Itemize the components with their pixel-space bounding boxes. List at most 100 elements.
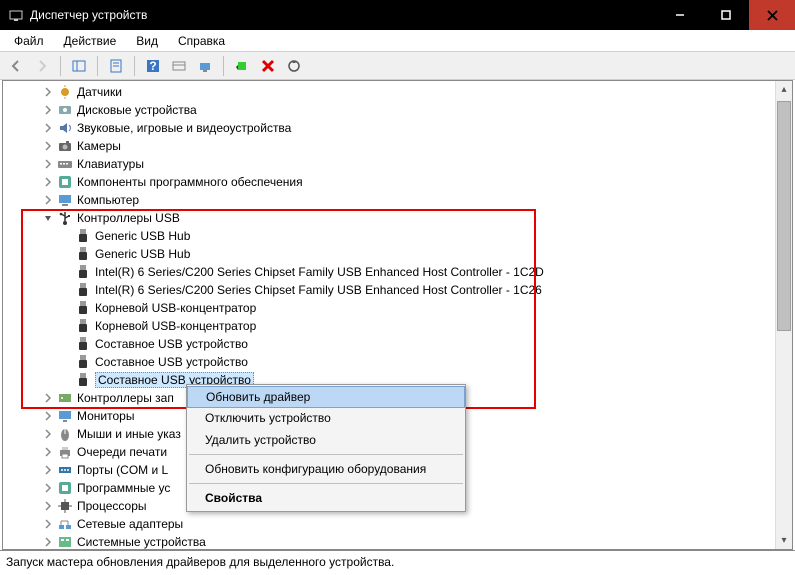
tree-node-label: Мыши и иные указ <box>77 427 181 441</box>
tree-node[interactable]: Дисковые устройства <box>3 101 775 119</box>
device-tree-panel: ДатчикиДисковые устройства Звуковые, игро… <box>2 80 793 550</box>
tree-node[interactable]: Контроллеры USB <box>3 209 775 227</box>
usbdev-icon <box>75 264 91 280</box>
menu-action[interactable]: Действие <box>54 32 127 50</box>
tree-node[interactable]: Корневой USB-концентратор <box>3 317 775 335</box>
close-button[interactable] <box>749 0 795 30</box>
expander-spacer <box>59 319 73 333</box>
tree-node[interactable]: Сетевые адаптеры <box>3 515 775 533</box>
expander-spacer <box>59 355 73 369</box>
tree-node[interactable]: Системные устройства <box>3 533 775 549</box>
audio-icon <box>57 120 73 136</box>
tree-node[interactable]: Составное USB устройство <box>3 353 775 371</box>
expand-icon[interactable] <box>41 427 55 441</box>
expand-icon[interactable] <box>41 517 55 531</box>
scan-hardware-button[interactable] <box>282 54 306 78</box>
window-title: Диспетчер устройств <box>30 8 657 22</box>
forward-button[interactable] <box>30 54 54 78</box>
expand-icon[interactable] <box>41 175 55 189</box>
back-button[interactable] <box>4 54 28 78</box>
collapse-icon[interactable] <box>41 211 55 225</box>
view-button[interactable] <box>167 54 191 78</box>
expander-spacer <box>59 337 73 351</box>
tree-node-label: Generic USB Hub <box>95 229 190 243</box>
expander-spacer <box>59 283 73 297</box>
context-menu-properties[interactable]: Свойства <box>187 487 465 509</box>
computer-icon <box>57 192 73 208</box>
help-button[interactable]: ? <box>141 54 165 78</box>
maximize-button[interactable] <box>703 0 749 30</box>
tree-node-label: Очереди печати <box>77 445 167 459</box>
context-menu-separator <box>189 454 463 455</box>
tree-node[interactable]: Составное USB устройство <box>3 335 775 353</box>
tree-node[interactable]: Компьютер <box>3 191 775 209</box>
tree-node-label: Компоненты программного обеспечения <box>77 175 303 189</box>
expand-icon[interactable] <box>41 157 55 171</box>
tree-node[interactable]: Камеры <box>3 137 775 155</box>
tree-node-label: Составное USB устройство <box>95 355 248 369</box>
tree-node[interactable]: Generic USB Hub <box>3 245 775 263</box>
context-menu: Обновить драйвер Отключить устройство Уд… <box>186 384 466 512</box>
tree-node[interactable]: Звуковые, игровые и видеоустройства <box>3 119 775 137</box>
expand-icon[interactable] <box>41 409 55 423</box>
camera-icon <box>57 138 73 154</box>
expander-spacer <box>59 265 73 279</box>
uninstall-button[interactable] <box>256 54 280 78</box>
expand-icon[interactable] <box>41 535 55 549</box>
expand-icon[interactable] <box>41 391 55 405</box>
usbdev-icon <box>75 228 91 244</box>
status-text: Запуск мастера обновления драйверов для … <box>6 555 394 569</box>
titlebar: Диспетчер устройств <box>0 0 795 30</box>
expand-icon[interactable] <box>41 463 55 477</box>
tree-node-label: Звуковые, игровые и видеоустройства <box>77 121 291 135</box>
tree-node[interactable]: Корневой USB-концентратор <box>3 299 775 317</box>
context-menu-disable[interactable]: Отключить устройство <box>187 407 465 429</box>
expand-icon[interactable] <box>41 121 55 135</box>
scroll-up-arrow[interactable]: ▴ <box>776 81 792 98</box>
tree-node[interactable]: Intel(R) 6 Series/C200 Series Chipset Fa… <box>3 263 775 281</box>
printer-icon <box>57 444 73 460</box>
properties-button[interactable] <box>104 54 128 78</box>
context-menu-scan[interactable]: Обновить конфигурацию оборудования <box>187 458 465 480</box>
expand-icon[interactable] <box>41 85 55 99</box>
tree-node-label: Клавиатуры <box>77 157 144 171</box>
tree-node[interactable]: Компоненты программного обеспечения <box>3 173 775 191</box>
tree-node-label: Корневой USB-концентратор <box>95 301 256 315</box>
enable-button[interactable] <box>230 54 254 78</box>
minimize-button[interactable] <box>657 0 703 30</box>
context-menu-separator <box>189 483 463 484</box>
expander-spacer <box>59 373 73 387</box>
menubar: Файл Действие Вид Справка <box>0 30 795 52</box>
sensor-icon <box>57 84 73 100</box>
expand-icon[interactable] <box>41 103 55 117</box>
tree-node[interactable]: Датчики <box>3 83 775 101</box>
toolbar-separator <box>223 56 224 76</box>
monitor-icon <box>57 408 73 424</box>
expand-icon[interactable] <box>41 139 55 153</box>
menu-file[interactable]: Файл <box>4 32 54 50</box>
vertical-scrollbar[interactable]: ▴ ▾ <box>775 81 792 549</box>
scroll-down-arrow[interactable]: ▾ <box>776 532 792 549</box>
tree-node[interactable]: Intel(R) 6 Series/C200 Series Chipset Fa… <box>3 281 775 299</box>
expand-icon[interactable] <box>41 481 55 495</box>
show-hide-tree-button[interactable] <box>67 54 91 78</box>
toolbar-separator <box>97 56 98 76</box>
scrollbar-thumb[interactable] <box>777 101 791 331</box>
expand-icon[interactable] <box>41 499 55 513</box>
update-driver-button[interactable] <box>193 54 217 78</box>
expand-icon[interactable] <box>41 193 55 207</box>
menu-help[interactable]: Справка <box>168 32 235 50</box>
context-menu-update-driver[interactable]: Обновить драйвер <box>187 386 465 408</box>
system-icon <box>57 534 73 549</box>
network-icon <box>57 516 73 532</box>
tree-node[interactable]: Клавиатуры <box>3 155 775 173</box>
usbdev-icon <box>75 318 91 334</box>
expand-icon[interactable] <box>41 445 55 459</box>
menu-view[interactable]: Вид <box>126 32 168 50</box>
context-menu-uninstall[interactable]: Удалить устройство <box>187 429 465 451</box>
software-icon <box>57 174 73 190</box>
usbdev-icon <box>75 282 91 298</box>
tree-node[interactable]: Generic USB Hub <box>3 227 775 245</box>
toolbar-separator <box>60 56 61 76</box>
tree-node-label: Процессоры <box>77 499 147 513</box>
